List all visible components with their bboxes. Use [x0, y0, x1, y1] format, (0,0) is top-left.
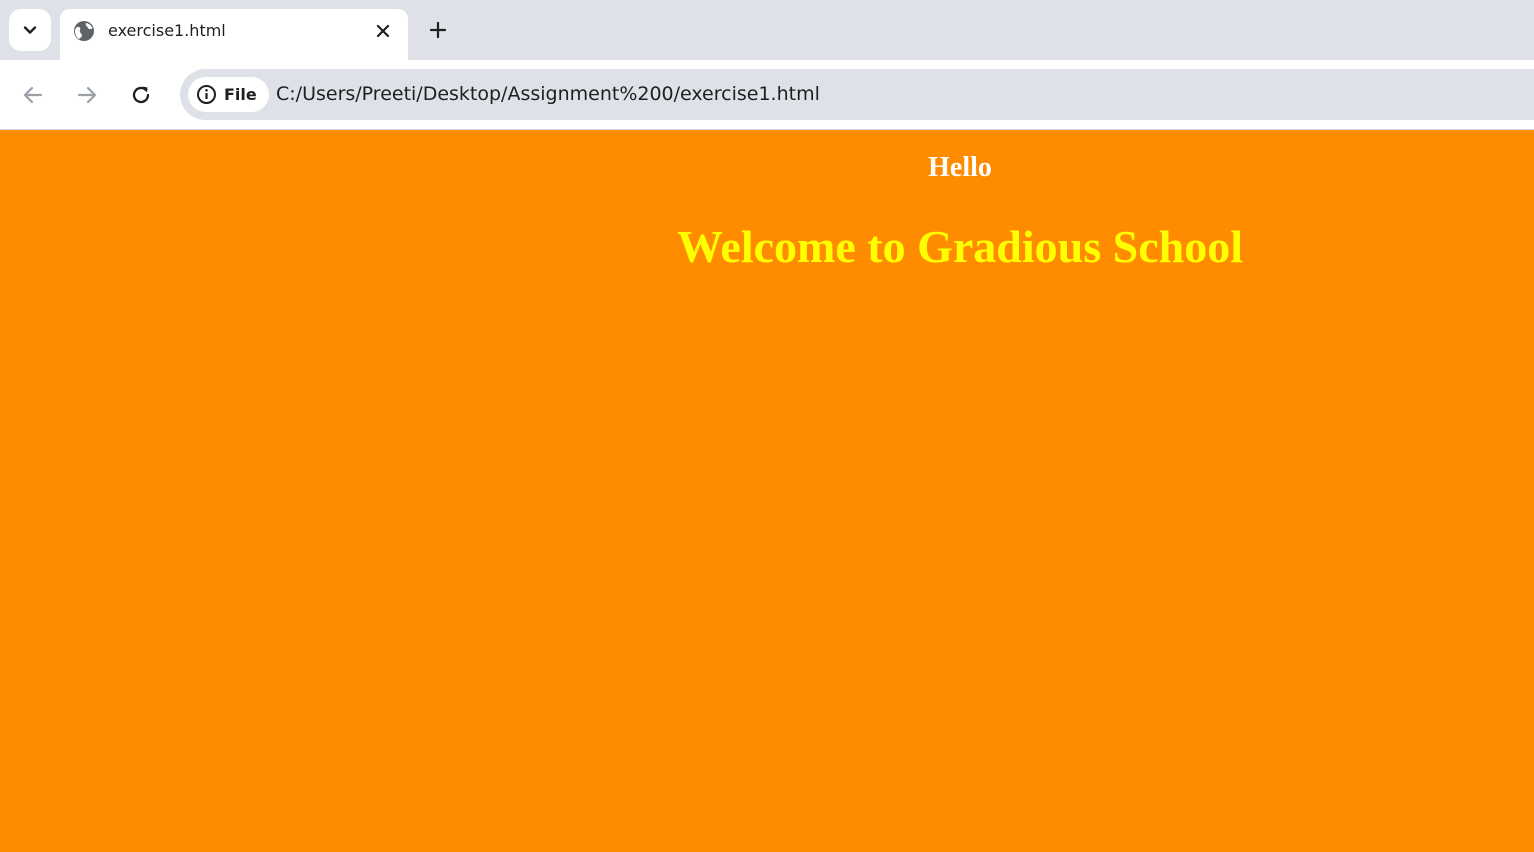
forward-button[interactable]	[70, 78, 104, 112]
url-text[interactable]: C:/Users/Preeti/Desktop/Assignment%200/e…	[276, 83, 820, 105]
info-icon	[197, 85, 216, 104]
close-icon	[376, 24, 390, 38]
site-info-label: File	[224, 85, 257, 104]
chevron-down-icon	[23, 26, 37, 34]
page-content: Hello Welcome to Gradious School	[0, 130, 1534, 852]
welcome-heading: Welcome to Gradious School	[676, 221, 1244, 272]
arrow-left-icon	[23, 86, 43, 104]
tab-active[interactable]: exercise1.html	[60, 9, 408, 60]
globe-icon	[74, 21, 94, 41]
tab-close-button[interactable]	[372, 20, 394, 42]
address-bar[interactable]: File C:/Users/Preeti/Desktop/Assignment%…	[180, 69, 1534, 120]
tab-title: exercise1.html	[108, 21, 226, 40]
toolbar: File C:/Users/Preeti/Desktop/Assignment%…	[0, 60, 1534, 130]
tab-search-button[interactable]	[9, 9, 51, 51]
tab-strip: exercise1.html	[0, 0, 1534, 60]
site-info-button[interactable]: File	[188, 77, 269, 112]
back-button[interactable]	[16, 78, 50, 112]
plus-icon	[429, 21, 447, 39]
hello-heading: Hello	[928, 152, 992, 183]
browser-window: exercise1.html File C:/Users/Preeti/Desk…	[0, 0, 1534, 852]
new-tab-button[interactable]	[423, 15, 453, 45]
arrow-right-icon	[77, 86, 97, 104]
reload-icon	[132, 86, 150, 104]
reload-button[interactable]	[124, 78, 158, 112]
